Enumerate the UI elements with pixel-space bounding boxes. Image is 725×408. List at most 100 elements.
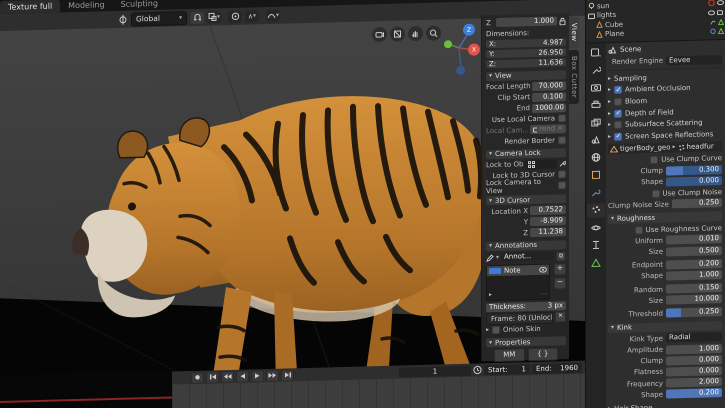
tab-box-cutter[interactable]: Box Cutter	[569, 49, 579, 104]
section-ambient-occlusion[interactable]: ▸Ambient Occlusion	[608, 83, 722, 96]
subsurface-scattering-checkbox[interactable]	[614, 121, 623, 130]
view-section-header[interactable]: ▾ View	[486, 70, 566, 81]
jump-to-start-button[interactable]	[206, 370, 219, 384]
record-button[interactable]	[191, 371, 204, 384]
lock-to-3d-cursor-checkbox[interactable]	[558, 170, 566, 179]
proportional-falloff-dropdown[interactable]: ∧ ▾	[245, 9, 259, 23]
section-bloom[interactable]: ▸ Bloom	[608, 94, 722, 107]
ssr-checkbox[interactable]	[614, 132, 623, 141]
current-frame-field[interactable]: 1	[399, 365, 471, 378]
cursor-y-field[interactable]: -8.909	[530, 216, 566, 227]
snap-target-dropdown[interactable]: ▾	[207, 10, 221, 24]
use-clump-curve-checkbox[interactable]	[650, 155, 659, 165]
use-roughness-curve-checkbox[interactable]	[634, 225, 643, 235]
tab-modifiers[interactable]	[587, 185, 605, 199]
render-engine-dropdown[interactable]: Eevee	[666, 54, 722, 66]
frame-start-field[interactable]: Start: 1	[484, 363, 530, 375]
tab-view[interactable]: View	[569, 16, 579, 48]
orientation-dropdown[interactable]: Global ▾	[131, 10, 187, 27]
roughness-random-field[interactable]: 0.150	[666, 283, 722, 294]
axis-gizmo[interactable]: Z X	[441, 21, 481, 80]
jump-to-end-button[interactable]	[281, 368, 294, 382]
annotation-copy-button[interactable]: ⧉	[556, 250, 566, 262]
roughness-threshold-slider[interactable]: 0.250	[666, 307, 722, 319]
layer-color-chip[interactable]	[489, 267, 501, 274]
tab-tool[interactable]	[587, 63, 605, 77]
section-screen-space-reflections[interactable]: ▸Screen Space Reflections	[608, 129, 722, 142]
tab-physics[interactable]	[587, 220, 605, 234]
editor-type-dropdown[interactable]	[587, 45, 605, 59]
tab-render[interactable]	[587, 80, 605, 94]
lock-object-field[interactable]	[525, 159, 557, 169]
tab-output[interactable]	[587, 98, 605, 112]
kink-amplitude-field[interactable]: 1.000	[666, 343, 722, 355]
roughness-shape-field[interactable]: 1.000	[666, 270, 722, 281]
kink-shape-slider[interactable]: 0.200	[666, 388, 722, 399]
thickness-slider[interactable]: Thickness: 3 px	[486, 300, 566, 312]
bloom-checkbox[interactable]	[614, 97, 623, 106]
tab-particles[interactable]	[587, 202, 605, 218]
braces-button[interactable]: { }	[527, 346, 558, 361]
tab-world[interactable]	[587, 150, 605, 164]
add-layer-button[interactable]: +	[554, 262, 566, 276]
annotations-section-header[interactable]: ▾ Annotations	[486, 240, 566, 251]
transform-pivot-icon[interactable]	[118, 14, 128, 25]
scale-z-field[interactable]: 1.000	[496, 16, 557, 28]
particle-object-name[interactable]: tigerBody_geo	[620, 144, 671, 153]
camera-lock-section-header[interactable]: ▾ Camera Lock	[486, 148, 566, 159]
ambient-occlusion-checkbox[interactable]	[614, 86, 623, 95]
tiger-model[interactable]	[28, 48, 508, 378]
use-local-camera-checkbox[interactable]	[558, 114, 566, 123]
particle-system-name[interactable]: headfur	[687, 142, 714, 151]
tab-object[interactable]	[587, 168, 605, 182]
cursor-z-field[interactable]: 11.238	[530, 227, 566, 238]
play-reverse-button[interactable]	[236, 369, 249, 383]
lock-camera-to-view-checkbox[interactable]	[558, 181, 566, 190]
roughness-uniform-size-field[interactable]: 0.500	[666, 245, 722, 257]
clip-start-field[interactable]: 0.100	[532, 91, 566, 102]
section-subsurface-scattering[interactable]: ▸ Subsurface Scattering	[608, 118, 722, 131]
tab-view-layer[interactable]	[587, 115, 605, 129]
clump-shape-slider[interactable]: 0.000	[666, 176, 722, 187]
section-depth-of-field[interactable]: ▸Depth of Field	[608, 106, 722, 119]
kink-frequency-field[interactable]: 2.000	[666, 377, 722, 388]
previous-keyframe-button[interactable]	[221, 370, 234, 383]
annotation-pencil-icon[interactable]	[486, 254, 494, 262]
next-keyframe-button[interactable]	[266, 369, 279, 382]
frame-clear-button[interactable]: ✕	[555, 311, 566, 323]
hide-eye-icon[interactable]	[717, 0, 724, 6]
proportional-editing-icon[interactable]	[228, 10, 242, 23]
mm-button[interactable]: MM	[494, 347, 525, 362]
dimension-z-field[interactable]: Z: 11.636	[486, 58, 566, 69]
play-button[interactable]	[251, 369, 264, 382]
roughness-uniform-field[interactable]: 0.010	[666, 234, 722, 245]
gizmo-dropdown[interactable]: ▾	[266, 9, 280, 22]
cursor-x-field[interactable]: 0.7522	[530, 205, 566, 216]
kink-section-header[interactable]: ▾ Kink	[608, 320, 722, 334]
tab-scene[interactable]	[587, 133, 605, 147]
onion-skin-checkbox[interactable]	[492, 325, 501, 335]
depth-of-field-checkbox[interactable]	[614, 109, 623, 118]
eyedropper-icon[interactable]	[559, 159, 566, 167]
snap-magnet-icon[interactable]	[190, 11, 204, 24]
tab-constraints[interactable]	[587, 238, 605, 252]
kink-clump-field[interactable]: 0.000	[666, 354, 722, 366]
local-camera-field[interactable]: rend ✕	[530, 124, 566, 135]
roughness-endpoint-field[interactable]: 0.200	[666, 258, 722, 270]
section-sampling[interactable]: ▸ Sampling	[608, 71, 722, 84]
tab-object-data[interactable]	[587, 255, 605, 269]
clump-noise-size-field[interactable]: 0.250	[671, 198, 722, 209]
hide-eye-icon[interactable]	[708, 10, 715, 16]
annotation-frame-button[interactable]: Frame: 80 (Unlock...	[486, 311, 553, 325]
remove-layer-button[interactable]: −	[554, 276, 566, 290]
dimension-y-field[interactable]: Y: 26.950	[486, 48, 566, 59]
hair-shape-section-header[interactable]: ▸Hair Shape	[608, 401, 722, 408]
kink-type-dropdown[interactable]: Radial	[666, 332, 722, 343]
layer-visibility-eye-icon[interactable]	[539, 266, 547, 273]
roughness-random-size-field[interactable]: 10.000	[666, 294, 722, 305]
clip-end-field[interactable]: 1000.00	[532, 102, 566, 113]
lock-icon[interactable]	[559, 17, 566, 25]
clump-slider[interactable]: 0.300	[666, 164, 722, 176]
roughness-section-header[interactable]: ▾ Roughness	[608, 211, 722, 225]
render-border-checkbox[interactable]	[558, 135, 566, 145]
